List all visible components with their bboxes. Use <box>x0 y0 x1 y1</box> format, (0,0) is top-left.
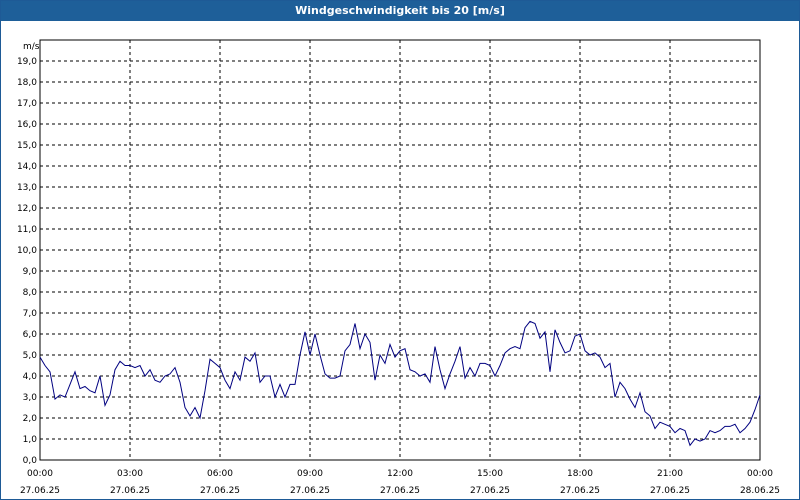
x-tick-date: 27.06.25 <box>200 486 240 496</box>
x-tick-time: 03:00 <box>117 469 143 479</box>
x-tick-date: 27.06.25 <box>650 486 690 496</box>
x-tick-time: 21:00 <box>657 469 683 479</box>
x-tick-time: 00:00 <box>27 469 53 479</box>
y-tick-label: 7,0 <box>23 309 38 319</box>
y-tick-label: 14,0 <box>17 162 37 172</box>
x-tick-time: 12:00 <box>387 469 413 479</box>
y-tick-label: 1,0 <box>23 435 38 445</box>
y-tick-label: 2,0 <box>23 414 38 424</box>
x-tick-date: 27.06.25 <box>110 486 150 496</box>
y-tick-label: 16,0 <box>17 120 37 130</box>
x-tick-time: 09:00 <box>297 469 323 479</box>
y-tick-label: 15,0 <box>17 141 37 151</box>
y-tick-label: 13,0 <box>17 183 37 193</box>
x-tick-time: 00:00 <box>747 469 773 479</box>
x-tick-date: 28.06.25 <box>740 486 780 496</box>
wind-speed-chart: 0,0 1,0 2,0 3,0 4,0 5,0 6,0 7,0 8,0 9,0 10,0 11,0 12… <box>17 39 780 496</box>
y-tick-label: 3,0 <box>23 393 38 403</box>
y-tick-label: 17,0 <box>17 99 37 109</box>
x-tick-date: 27.06.25 <box>380 486 420 496</box>
x-tick-date: 27.06.25 <box>470 486 510 496</box>
y-axis-tick-labels: 0,0 1,0 2,0 3,0 4,0 5,0 6,0 7,0 8,0 9,0 10,0 11,0 12… <box>17 57 37 466</box>
x-tick-date: 27.06.25 <box>20 486 60 496</box>
y-tick-label: 5,0 <box>23 351 38 361</box>
y-tick-label: 12,0 <box>17 204 37 214</box>
y-tick-label: 10,0 <box>17 246 37 256</box>
y-tick-label: 19,0 <box>17 57 37 67</box>
x-tick-date: 27.06.25 <box>290 486 330 496</box>
y-tick-label: 6,0 <box>23 330 38 340</box>
x-tick-date: 27.06.25 <box>560 486 600 496</box>
y-tick-label: 18,0 <box>17 78 37 88</box>
y-tick-label: 9,0 <box>23 267 38 277</box>
x-axis-tick-labels: 00:00 27.06.25 03:00 27.06.25 06:00 27.06.25 0… <box>20 469 780 496</box>
y-tick-label: 11,0 <box>17 225 37 235</box>
x-tick-time: 15:00 <box>477 469 503 479</box>
y-tick-label: 0,0 <box>23 456 38 466</box>
x-tick-time: 06:00 <box>207 469 233 479</box>
y-tick-label: 4,0 <box>23 372 38 382</box>
y-axis-label: m/s <box>23 42 40 52</box>
x-tick-time: 18:00 <box>567 469 593 479</box>
y-tick-label: 8,0 <box>23 288 38 298</box>
